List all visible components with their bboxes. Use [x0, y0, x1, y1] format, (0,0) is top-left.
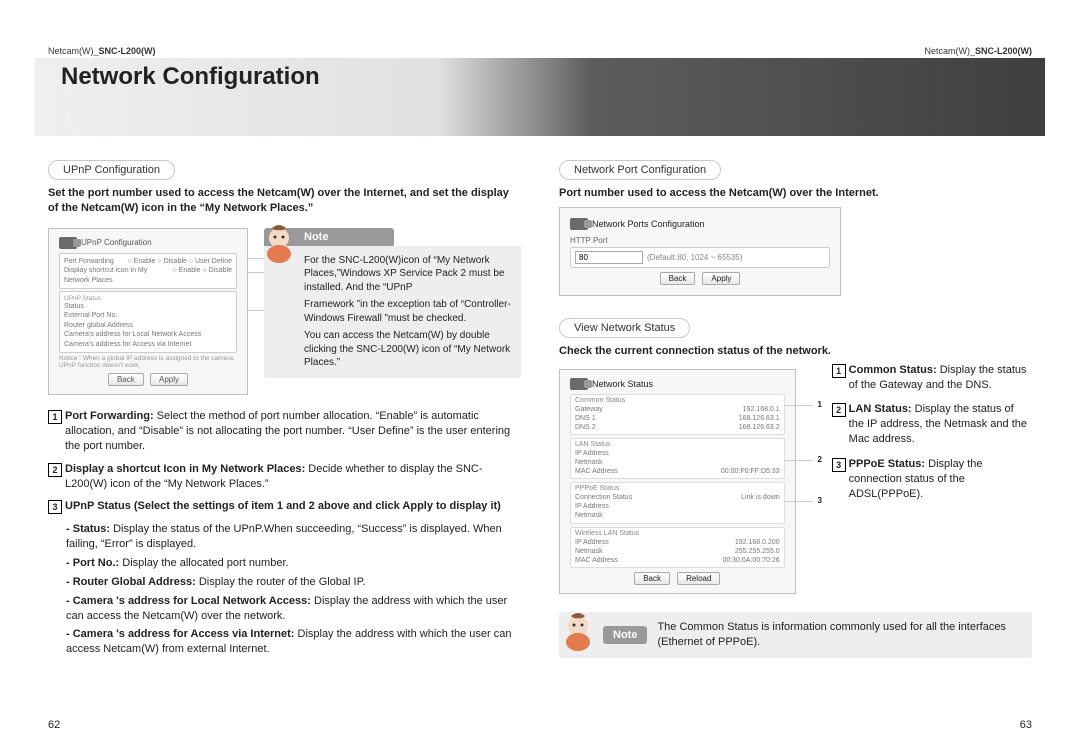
r-numbox-3: 3 — [832, 458, 846, 472]
header-left: Netcam(W)_SNC-L200(W) — [48, 46, 156, 56]
note-character-icon — [557, 610, 599, 652]
http-port-input[interactable] — [575, 251, 643, 264]
header-right: Netcam(W)_SNC-L200(W) — [924, 46, 1032, 56]
page-number-right: 63 — [1020, 719, 1032, 731]
upnp-config-panel: UPnP Configuration Port Forwarding○ Enab… — [48, 228, 248, 396]
note-block-left: Note For the SNC-L200(W)icon of “My Netw… — [264, 228, 521, 378]
view-intro: Check the current connection status of t… — [559, 344, 1032, 359]
note-character-icon — [258, 222, 300, 264]
network-status-panel: Network Status Common Status Gateway192.… — [559, 369, 796, 594]
upnp-intro: Set the port number used to access the N… — [48, 186, 521, 216]
panel-icon — [570, 378, 588, 390]
right-column: Network Port Configuration Port number u… — [559, 160, 1032, 717]
upnp-back-button[interactable]: Back — [108, 373, 144, 386]
panel-icon — [570, 218, 588, 230]
note-block-right: Note The Common Status is information co… — [559, 612, 1032, 658]
panel-icon — [59, 237, 77, 249]
banner: Network Configuration — [35, 58, 1045, 136]
left-column: UPnP Configuration Set the port number u… — [48, 160, 521, 717]
page-number-left: 62 — [48, 719, 60, 731]
section-upnp-title: UPnP Configuration — [48, 160, 175, 180]
ports-panel: Network Ports Configuration HTTP Port (D… — [559, 207, 841, 296]
r-numbox-2: 2 — [832, 403, 846, 417]
upnp-list: 1Port Forwarding: Select the method of p… — [48, 409, 521, 657]
r-numbox-1: 1 — [832, 364, 846, 378]
note-label: Note — [603, 626, 647, 644]
numbox-2: 2 — [48, 463, 62, 477]
port-intro: Port number used to access the Netcam(W)… — [559, 186, 1032, 201]
section-view-title: View Network Status — [559, 318, 690, 338]
numbox-3: 3 — [48, 500, 62, 514]
upnp-apply-button[interactable]: Apply — [150, 373, 188, 386]
port-apply-button[interactable]: Apply — [702, 272, 740, 285]
status-back-button[interactable]: Back — [634, 572, 670, 585]
numbox-1: 1 — [48, 410, 62, 424]
section-port-title: Network Port Configuration — [559, 160, 721, 180]
status-reload-button[interactable]: Reload — [677, 572, 720, 585]
banner-title: Network Configuration — [61, 63, 320, 91]
port-back-button[interactable]: Back — [660, 272, 696, 285]
